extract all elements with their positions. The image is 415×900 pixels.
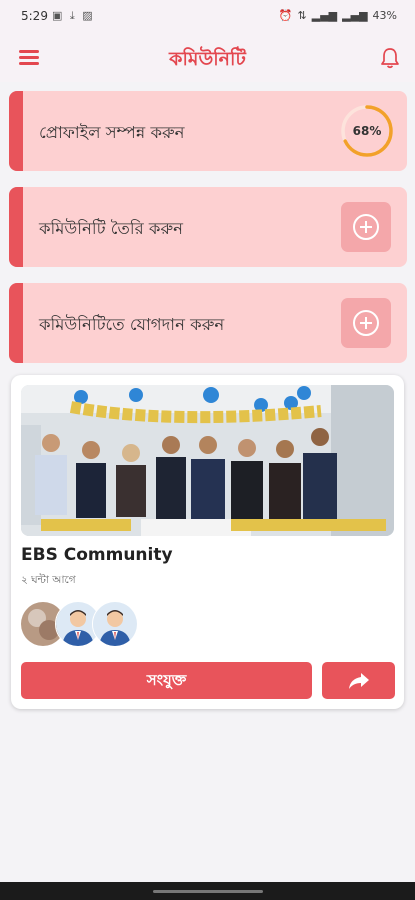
alarm-icon: ⏰ — [278, 9, 293, 22]
community-time-ago: ২ ঘন্টা আগে — [21, 574, 76, 586]
system-nav-bar — [0, 882, 415, 900]
add-circle-icon — [353, 214, 379, 240]
notification-bell-icon[interactable] — [379, 46, 401, 70]
complete-profile-card[interactable]: প্রোফাইল সম্পন্ন করুন 68% — [9, 91, 407, 171]
member-avatars — [20, 601, 150, 647]
card-accent-bar — [9, 91, 23, 171]
create-community-button[interactable] — [341, 202, 391, 252]
join-community-button[interactable] — [341, 298, 391, 348]
notification-icons: ▣ ⤓ ▨ — [52, 9, 95, 23]
community-name: EBS Community — [21, 545, 173, 565]
status-bar: 5:29 ▣ ⤓ ▨ ⏰ ⇅ ▂▄▆ ▂▄▆ 43% — [0, 0, 415, 34]
complete-profile-label: প্রোফাইল সম্পন্ন করুন — [39, 123, 185, 142]
card-accent-bar — [9, 283, 23, 363]
share-button[interactable] — [322, 662, 395, 699]
signal-icon: ▂▄▆ — [311, 9, 338, 22]
image-icon: ▨ — [82, 9, 95, 22]
app-bar: কমিউনিটি — [0, 34, 415, 82]
community-card[interactable]: EBS Community ২ ঘন্টা আগে সংযুক্ত — [11, 375, 404, 709]
card-accent-bar — [9, 187, 23, 267]
page-title: কমিউনিটি — [169, 48, 246, 70]
signal-icon-2: ▂▄▆ — [342, 9, 368, 22]
volte-icon: ⇅ — [297, 9, 307, 22]
community-cover-photo — [21, 385, 394, 536]
share-arrow-icon — [348, 672, 369, 689]
add-circle-icon — [353, 310, 379, 336]
join-community-card[interactable]: কমিউনিটিতে যোগদান করুন — [9, 283, 407, 363]
sim-icon: ▣ — [52, 9, 65, 22]
avatar — [92, 601, 138, 647]
create-community-card[interactable]: কমিউনিটি তৈরি করুন — [9, 187, 407, 267]
status-time: 5:29 — [21, 9, 48, 23]
create-community-label: কমিউনিটি তৈরি করুন — [39, 219, 183, 238]
join-community-label: কমিউনিটিতে যোগদান করুন — [39, 315, 225, 334]
profile-progress-ring: 68% — [339, 103, 395, 159]
battery-level: 43% — [372, 9, 397, 22]
profile-progress-text: 68% — [352, 124, 382, 138]
join-button[interactable]: সংযুক্ত — [21, 662, 312, 699]
download-icon: ⤓ — [69, 9, 77, 22]
system-icons: ⏰ ⇅ ▂▄▆ ▂▄▆ 43% — [279, 9, 397, 22]
home-gesture-handle[interactable] — [153, 890, 263, 893]
